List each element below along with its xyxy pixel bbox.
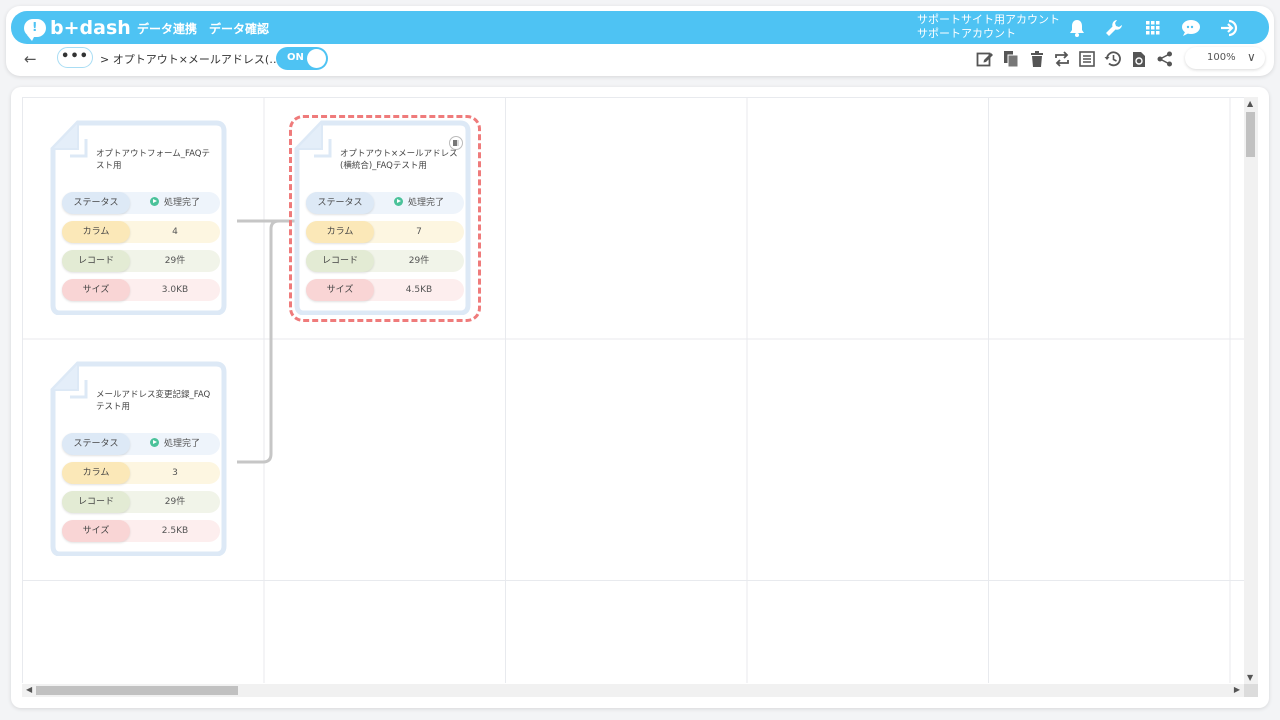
nav-data-link[interactable]: データ連携: [137, 20, 197, 37]
size-label: サイズ: [62, 520, 130, 542]
size-value: 3.0KB: [161, 285, 189, 295]
status-row: ステータス 処理完了: [62, 192, 220, 214]
toggle-knob: [307, 49, 326, 68]
logout-icon[interactable]: [1218, 16, 1242, 40]
size-label: サイズ: [62, 279, 130, 301]
copy-icon[interactable]: [1000, 48, 1022, 70]
record-value: 29件: [164, 497, 186, 507]
breadcrumb-more-button[interactable]: •••: [57, 47, 93, 68]
account-info[interactable]: サポートサイト用アカウント サポートアカウント: [917, 13, 1060, 41]
card-title: メールアドレス変更記録_FAQテスト用: [96, 390, 211, 412]
record-row: レコード 29件: [62, 250, 220, 272]
status-value: 処理完了: [130, 192, 220, 214]
column-row: カラム 3: [62, 462, 220, 484]
status-label: ステータス: [62, 192, 130, 214]
record-label: レコード: [62, 491, 130, 513]
dataset-card[interactable]: オプトアウトフォーム_FAQテスト用 ステータス 処理完了 カラム 4 レコード…: [50, 119, 228, 315]
nav-data-check[interactable]: データ確認: [209, 20, 269, 37]
history-icon[interactable]: [1102, 48, 1124, 70]
logo[interactable]: ! b+dash: [24, 16, 131, 41]
vertical-scrollbar[interactable]: ▲ ▼: [1244, 97, 1258, 684]
flow-canvas[interactable]: オプトアウトフォーム_FAQテスト用 ステータス 処理完了 カラム 4 レコード…: [22, 97, 1244, 683]
column-label: カラム: [62, 221, 130, 243]
chevron-down-icon: ∨: [1247, 50, 1256, 64]
edit-icon[interactable]: [974, 48, 996, 70]
table-icon[interactable]: [1076, 48, 1098, 70]
scroll-up-icon[interactable]: ▲: [1247, 99, 1253, 108]
column-value: 3: [172, 468, 178, 478]
top-nav-bar: ! b+dash データ連携 データ確認 サポートサイト用アカウント サポートア…: [11, 11, 1269, 44]
sub-toolbar: ← ••• > オプトアウト×メールアドレス(… ON 100% ∨: [0, 47, 1280, 73]
account-name: サポートサイト用アカウント: [917, 13, 1060, 26]
record-value: 29件: [164, 256, 186, 266]
zoom-value: 100%: [1207, 52, 1236, 63]
selection-outline: [289, 115, 481, 322]
breadcrumb[interactable]: > オプトアウト×メールアドレス(…: [100, 51, 280, 67]
scroll-left-icon[interactable]: ◀: [26, 685, 32, 694]
zoom-select[interactable]: 100% ∨: [1185, 47, 1265, 69]
column-value: 4: [172, 227, 178, 237]
status-value: 処理完了: [130, 433, 220, 455]
record-label: レコード: [62, 250, 130, 272]
play-icon: [149, 438, 159, 447]
size-row: サイズ 3.0KB: [62, 279, 220, 301]
dataset-card[interactable]: メールアドレス変更記録_FAQテスト用 ステータス 処理完了 カラム 3 レコー…: [50, 360, 228, 556]
toggle-label: ON: [287, 52, 304, 63]
grid-icon[interactable]: [1141, 16, 1165, 40]
card-title: オプトアウトフォーム_FAQテスト用: [96, 149, 210, 171]
share-icon[interactable]: [1154, 48, 1176, 70]
size-value: 2.5KB: [161, 526, 189, 536]
column-label: カラム: [62, 462, 130, 484]
chat-icon[interactable]: [1179, 16, 1203, 40]
status-label: ステータス: [62, 433, 130, 455]
logo-bubble-icon: !: [24, 19, 46, 41]
scrollbar-corner: [1244, 684, 1258, 697]
swap-icon[interactable]: [1051, 48, 1073, 70]
horizontal-scrollbar[interactable]: ◀ ▶: [22, 684, 1244, 697]
size-row: サイズ 2.5KB: [62, 520, 220, 542]
logo-text: b+dash: [50, 17, 131, 39]
back-button[interactable]: ←: [24, 50, 37, 68]
wrench-icon[interactable]: [1102, 16, 1126, 40]
column-row: カラム 4: [62, 221, 220, 243]
refresh-file-icon[interactable]: [1128, 48, 1150, 70]
delete-icon[interactable]: [1026, 48, 1048, 70]
horizontal-scroll-thumb[interactable]: [36, 686, 238, 695]
scroll-right-icon[interactable]: ▶: [1234, 685, 1240, 694]
vertical-scroll-thumb[interactable]: [1246, 112, 1255, 157]
scroll-down-icon[interactable]: ▼: [1247, 673, 1253, 682]
account-user: サポートアカウント: [917, 27, 1016, 40]
bell-icon[interactable]: [1065, 16, 1089, 40]
status-row: ステータス 処理完了: [62, 433, 220, 455]
on-off-toggle[interactable]: ON: [276, 47, 328, 70]
record-row: レコード 29件: [62, 491, 220, 513]
play-icon: [149, 197, 159, 206]
